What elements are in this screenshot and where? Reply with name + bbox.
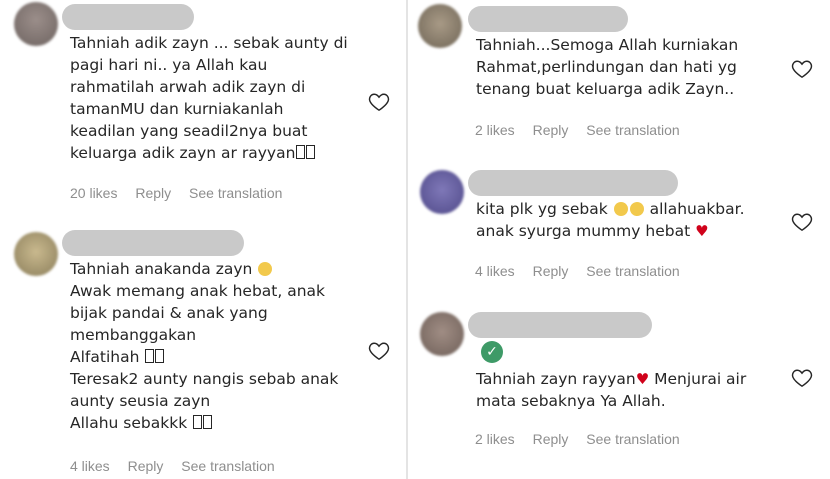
comment-text: Tahniah zayn rayyan♥ Menjurai air mata s… <box>476 370 747 410</box>
see-translation-link[interactable]: See translation <box>586 263 679 279</box>
username-blurred[interactable] <box>468 170 678 196</box>
username-blurred[interactable] <box>62 230 244 256</box>
reply-button[interactable]: Reply <box>533 263 569 279</box>
red-heart-emoji-icon: ♥ <box>695 222 709 240</box>
comments-column-left: Tahniah adik zayn ... sebak aunty di pag… <box>0 0 404 479</box>
likes-count[interactable]: 20 likes <box>70 185 117 201</box>
see-translation-link[interactable]: See translation <box>189 185 282 201</box>
avatar[interactable] <box>14 2 58 46</box>
reply-button[interactable]: Reply <box>533 431 569 447</box>
checkmark-badge-icon: ✓ <box>481 341 503 363</box>
comment-text: Tahniah anakanda zayn Awak memang anak h… <box>70 260 339 432</box>
sad-face-emoji-icon <box>629 202 644 216</box>
avatar[interactable] <box>420 312 464 356</box>
username-blurred[interactable] <box>468 6 628 32</box>
comment-text: Tahniah adik zayn ... sebak aunty di pag… <box>70 34 348 162</box>
likes-count[interactable]: 2 likes <box>475 431 515 447</box>
comment-meta: 20 likes Reply See translation <box>70 185 296 201</box>
avatar[interactable] <box>14 232 58 276</box>
username-blurred[interactable] <box>62 4 194 30</box>
reply-button[interactable]: Reply <box>128 458 164 474</box>
likes-count[interactable]: 2 likes <box>475 122 515 138</box>
comment-meta: 2 likes Reply See translation <box>475 431 694 447</box>
like-heart-icon[interactable] <box>368 341 390 361</box>
comment-text: kita plk yg sebak allahuakbar. anak syur… <box>476 200 745 240</box>
comment-meta: 4 likes Reply See translation <box>70 458 289 474</box>
likes-count[interactable]: 4 likes <box>475 263 515 279</box>
likes-count[interactable]: 4 likes <box>70 458 110 474</box>
see-translation-link[interactable]: See translation <box>181 458 274 474</box>
see-translation-link[interactable]: See translation <box>586 431 679 447</box>
comment-meta: 2 likes Reply See translation <box>475 122 694 138</box>
comment-meta: 4 likes Reply See translation <box>475 263 694 279</box>
crying-face-emoji-icon <box>258 262 273 276</box>
reply-button[interactable]: Reply <box>533 122 569 138</box>
comment-text: Tahniah...Semoga Allah kurniakan Rahmat,… <box>476 36 739 98</box>
column-divider <box>406 0 408 479</box>
like-heart-icon[interactable] <box>791 212 813 232</box>
like-heart-icon[interactable] <box>368 92 390 112</box>
avatar[interactable] <box>418 4 462 48</box>
reply-button[interactable]: Reply <box>135 185 171 201</box>
red-heart-emoji-icon: ♥ <box>635 370 650 388</box>
see-translation-link[interactable]: See translation <box>586 122 679 138</box>
username-blurred[interactable] <box>468 312 652 338</box>
comments-column-right: Tahniah...Semoga Allah kurniakan Rahmat,… <box>414 0 830 479</box>
like-heart-icon[interactable] <box>791 59 813 79</box>
avatar[interactable] <box>420 170 464 214</box>
like-heart-icon[interactable] <box>791 368 813 388</box>
sad-face-emoji-icon <box>613 202 628 216</box>
